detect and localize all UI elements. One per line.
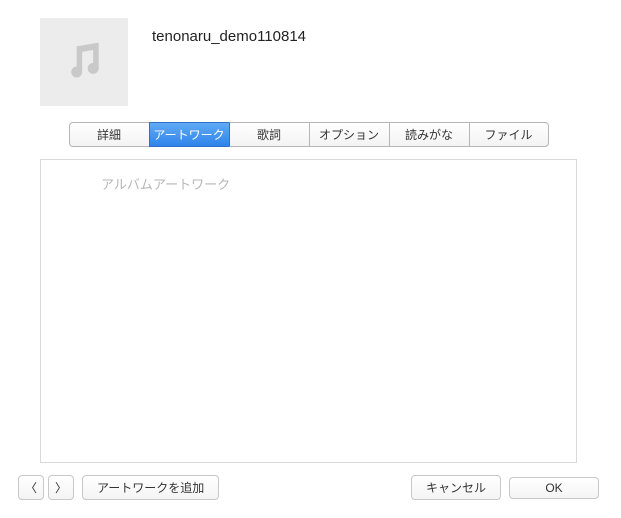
info-dialog: tenonaru_demo110814 詳細 アートワーク 歌詞 オプション 読… — [0, 0, 617, 514]
prev-button[interactable]: 〈 — [18, 475, 44, 500]
track-title: tenonaru_demo110814 — [152, 18, 306, 45]
tab-file[interactable]: ファイル — [469, 122, 549, 147]
tab-artwork[interactable]: アートワーク — [149, 122, 229, 147]
tab-details[interactable]: 詳細 — [69, 122, 149, 147]
tab-options[interactable]: オプション — [309, 122, 389, 147]
next-button[interactable]: 〉 — [48, 475, 74, 500]
artwork-thumbnail — [40, 18, 128, 106]
content-panel: アルバムアートワーク — [40, 159, 577, 463]
tab-sorting[interactable]: 読みがな — [389, 122, 469, 147]
tab-bar: 詳細 アートワーク 歌詞 オプション 読みがな ファイル — [40, 122, 577, 147]
section-label: アルバムアートワーク — [41, 160, 576, 193]
cancel-button[interactable]: キャンセル — [411, 475, 501, 500]
music-note-icon — [62, 39, 106, 86]
nav-group: 〈 〉 — [18, 475, 74, 500]
footer: 〈 〉 アートワークを追加 キャンセル OK — [0, 463, 617, 514]
ok-button[interactable]: OK — [509, 477, 599, 499]
tab-lyrics[interactable]: 歌詞 — [229, 122, 309, 147]
add-artwork-button[interactable]: アートワークを追加 — [82, 475, 219, 500]
header: tenonaru_demo110814 — [0, 0, 617, 116]
